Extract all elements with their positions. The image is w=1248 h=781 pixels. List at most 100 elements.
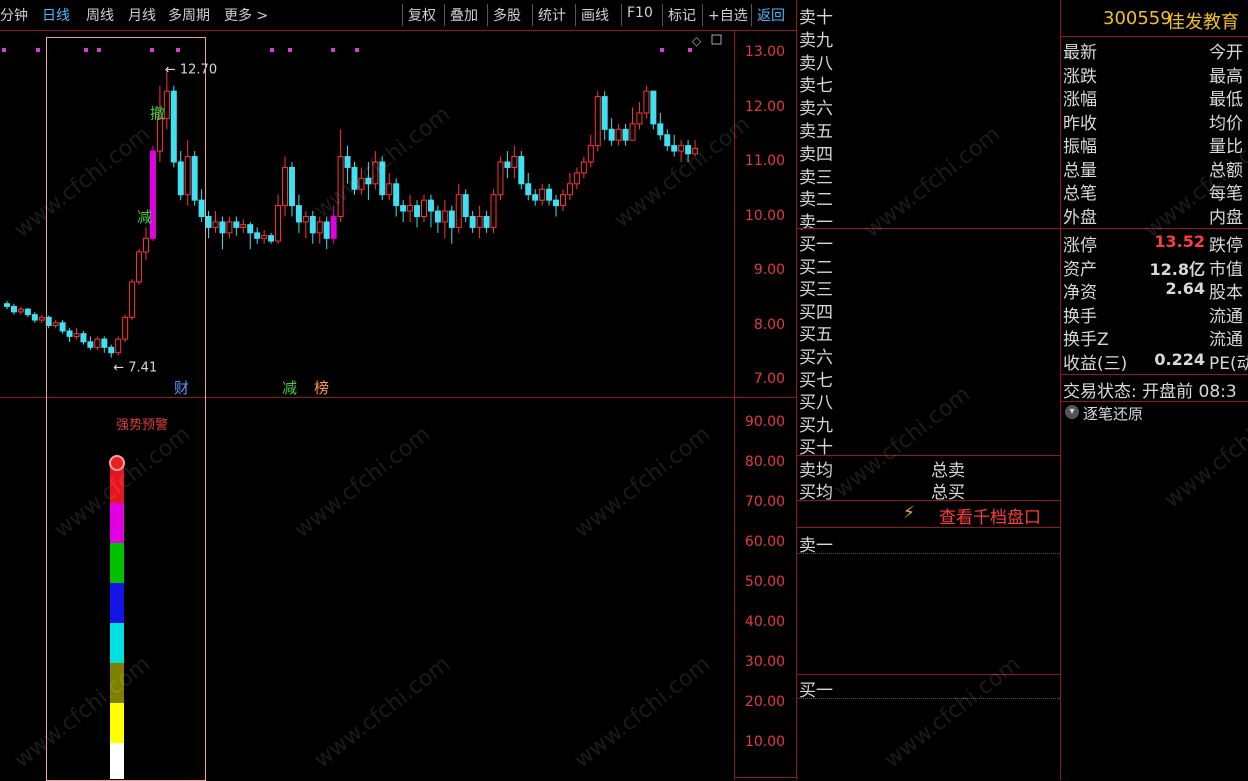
candle-body: [490, 194, 497, 228]
candle-body: [282, 166, 288, 207]
candle-body: [275, 205, 282, 242]
tab-4[interactable]: 多周期: [168, 5, 210, 25]
price-tick: 13.00: [744, 44, 785, 60]
candle-body: [476, 216, 483, 228]
candle-body: [316, 221, 323, 234]
candle-body: [678, 145, 685, 152]
quote-label: 量比: [1209, 137, 1243, 157]
toolbar-divider: [662, 4, 663, 26]
tab-0[interactable]: 分钟: [0, 5, 28, 25]
toolbar-button-1[interactable]: 叠加: [450, 5, 478, 25]
candle-body: [657, 123, 664, 136]
toolbar-divider: [444, 4, 445, 26]
candle-body: [483, 216, 490, 228]
candle-body: [643, 90, 650, 114]
sell-level-label: 卖二: [799, 190, 833, 211]
candle-body: [337, 156, 344, 218]
event-tag: 榜: [314, 379, 329, 397]
thousand-level-link[interactable]: 查看千档盘口: [939, 503, 1041, 528]
tab-5[interactable]: 更多 >: [224, 5, 268, 25]
candle-body: [212, 221, 219, 228]
candle-body: [351, 166, 358, 190]
stat-label: 换手: [1063, 306, 1097, 327]
candle-body: [379, 161, 386, 196]
price-tick: 9.00: [753, 262, 785, 278]
toolbar-button-8[interactable]: 返回: [757, 5, 785, 25]
price-axis: 13.00 12.00 11.00 10.00 9.00 8.00 7.00 90.00 80.…: [735, 31, 796, 780]
candle-body: [302, 216, 309, 223]
candle-body: [469, 216, 476, 228]
candle-body: [441, 210, 448, 223]
candle-body: [497, 161, 504, 196]
candle-body: [17, 308, 24, 313]
signal-dot: [288, 48, 292, 52]
candle-body: [233, 221, 240, 228]
signal-dot: [331, 48, 335, 52]
stat-label: 换手Z: [1063, 330, 1109, 350]
sell-level-label: 卖四: [799, 144, 833, 165]
candle-body: [434, 210, 441, 223]
divider: [797, 455, 1060, 456]
sell-level-label: 卖十: [799, 8, 833, 28]
signal-dot: [36, 48, 40, 52]
stat-value: 0.224: [1154, 349, 1205, 369]
toolbar-button-7[interactable]: +自选: [708, 5, 748, 25]
candle-body: [525, 183, 532, 196]
selection-range[interactable]: [46, 37, 206, 781]
toolbar-divider: [751, 4, 752, 26]
tab-2[interactable]: 周线: [86, 5, 114, 25]
stat-right-label: 流通: [1209, 330, 1243, 350]
candle-body: [309, 216, 316, 234]
buy-level-label: 买八: [799, 393, 833, 414]
tick-restore-button[interactable]: 逐笔还原: [1083, 403, 1143, 424]
quote-label: 均价: [1209, 113, 1243, 134]
candle-body: [462, 194, 469, 217]
tab-3[interactable]: 月线: [128, 5, 156, 25]
diamond-icon: ◇: [692, 34, 702, 48]
buy-level-label: 买七: [799, 370, 833, 391]
indicator-tick: 40.00: [744, 614, 785, 630]
indicator-tick: 30.00: [744, 654, 785, 670]
toolbar-button-6[interactable]: 标记: [668, 5, 696, 25]
sell-level-label: 卖六: [799, 99, 833, 120]
candle-body: [10, 305, 17, 313]
price-tick: 8.00: [753, 316, 785, 333]
price-tick: 7.00: [753, 371, 785, 387]
candle-body: [511, 156, 518, 168]
candle-body: [24, 308, 31, 316]
candle-body: [580, 161, 587, 174]
toolbar-button-2[interactable]: 多股: [493, 5, 521, 25]
toolbar-button-3[interactable]: 统计: [538, 5, 566, 25]
toolbar-divider: [621, 4, 622, 26]
price-tick: 10.00: [744, 207, 785, 224]
divider: [797, 674, 1060, 675]
candle-body: [330, 216, 337, 239]
quote-label: 外盘: [1063, 207, 1097, 228]
quote-label: 内盘: [1209, 207, 1243, 228]
tab-1[interactable]: 日线: [42, 5, 70, 25]
toolbar-button-0[interactable]: 复权: [408, 5, 436, 25]
stat-right-label: 跌停: [1209, 236, 1243, 256]
candle-body: [546, 188, 553, 201]
toolbar-button-5[interactable]: F10: [627, 5, 653, 21]
candle-body: [268, 235, 275, 242]
candle-body: [386, 183, 393, 196]
divider: [797, 698, 1060, 700]
toolbar-divider: [575, 4, 576, 26]
candle-body: [601, 96, 608, 130]
toolbar-button-4[interactable]: 画线: [581, 5, 609, 25]
candle-body: [4, 303, 10, 307]
signal-dot: [2, 48, 6, 52]
stat-right-label: 市值: [1209, 259, 1243, 280]
chevron-down-icon[interactable]: ▾: [1065, 405, 1079, 419]
stat-value: 2.64: [1165, 279, 1205, 298]
candle-body: [553, 199, 560, 207]
signal-dot: [688, 48, 692, 52]
candle-body: [664, 134, 671, 147]
candle-body: [539, 188, 546, 201]
divider: [797, 500, 1060, 501]
sell-level-label: 卖五: [799, 122, 833, 142]
buy-level-label: 买三: [799, 280, 833, 301]
candle-body: [38, 316, 45, 321]
candle-body: [407, 205, 414, 212]
